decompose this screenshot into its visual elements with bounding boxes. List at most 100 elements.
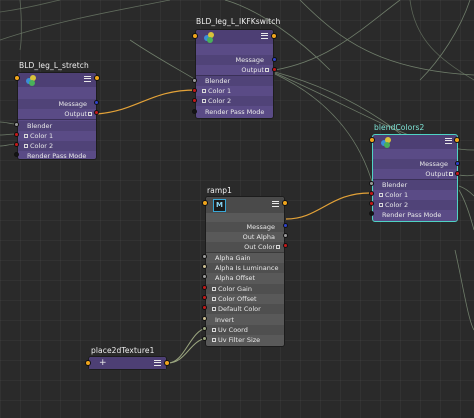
port-row-color1[interactable]: Color 1 <box>18 131 96 141</box>
input-port[interactable] <box>14 142 19 147</box>
expand-checkbox[interactable] <box>202 98 206 103</box>
node-body[interactable]: Message Output Blender Color 1 Color 2 R… <box>195 29 274 119</box>
message-port[interactable] <box>272 57 277 62</box>
port-row-message[interactable]: Message <box>206 222 284 232</box>
input-port[interactable] <box>202 285 207 290</box>
menu-icon[interactable] <box>154 360 161 366</box>
input-port[interactable] <box>202 295 207 300</box>
port-row-uv-filter-size[interactable]: Uv Filter Size <box>206 335 284 345</box>
node-editor-canvas[interactable]: BLD_leg_L_stretch Message Output Blender <box>0 0 474 418</box>
output-port[interactable] <box>283 243 288 248</box>
port-row-color2[interactable]: Color 2 <box>18 141 96 151</box>
input-port[interactable] <box>202 336 207 341</box>
port-row-blender[interactable]: Blender <box>373 180 457 190</box>
input-port[interactable] <box>202 200 208 206</box>
output-port[interactable] <box>94 110 99 115</box>
menu-icon[interactable] <box>445 138 452 144</box>
input-port[interactable] <box>192 33 198 39</box>
node-body[interactable]: Message Output Blender Color 1 Color 2 R… <box>17 72 97 160</box>
port-row-color-offset[interactable]: Color Offset <box>206 294 284 304</box>
node-body[interactable]: Message Output Blender Color 1 Color 2 R… <box>372 134 458 222</box>
port-row-render-pass-mode[interactable]: Render Pass Mode <box>18 151 96 161</box>
port-row-output[interactable]: Output <box>196 65 273 75</box>
expand-checkbox[interactable] <box>212 296 216 301</box>
port-row-out-alpha[interactable]: Out Alpha <box>206 232 284 242</box>
port-row-message[interactable]: Message <box>18 99 96 109</box>
input-port[interactable] <box>14 122 19 127</box>
port-row-color2[interactable]: Color 2 <box>196 96 273 106</box>
output-port[interactable] <box>283 233 288 238</box>
message-port[interactable] <box>283 223 288 228</box>
input-port[interactable] <box>369 181 374 186</box>
menu-icon[interactable] <box>261 33 268 39</box>
expand-checkbox[interactable] <box>449 171 453 176</box>
expand-checkbox[interactable] <box>202 88 206 93</box>
port-row-uv-coord[interactable]: Uv Coord <box>206 325 284 335</box>
input-port[interactable] <box>85 360 91 366</box>
input-port[interactable] <box>202 254 207 259</box>
port-row-output[interactable]: Output <box>18 109 96 119</box>
port-row-render-pass-mode[interactable]: Render Pass Mode <box>196 107 273 117</box>
port-row-invert[interactable]: Invert <box>206 315 284 325</box>
input-port[interactable] <box>202 316 207 321</box>
port-row-blender[interactable]: Blender <box>18 121 96 131</box>
expand-checkbox[interactable] <box>212 286 216 291</box>
input-port[interactable] <box>369 137 375 143</box>
port-row-default-color[interactable]: Default Color <box>206 304 284 314</box>
port-row-color-gain[interactable]: Color Gain <box>206 284 284 294</box>
expand-checkbox[interactable] <box>212 327 216 332</box>
node-header[interactable] <box>373 135 457 149</box>
expand-checkbox[interactable] <box>212 337 216 342</box>
port-row-alpha-offset[interactable]: Alpha Offset <box>206 273 284 283</box>
output-port[interactable] <box>454 137 460 143</box>
node-body[interactable]: M Message Out Alpha Out Color Alpha Gain… <box>205 196 285 347</box>
expand-checkbox[interactable] <box>379 202 383 207</box>
input-port[interactable] <box>369 211 374 216</box>
output-port[interactable] <box>94 75 100 81</box>
input-port[interactable] <box>192 109 197 114</box>
node-header[interactable]: M <box>206 197 284 213</box>
port-row-color1[interactable]: Color 1 <box>196 86 273 96</box>
port-row-alpha-is-luminance[interactable]: Alpha Is Luminance <box>206 263 284 273</box>
port-row-color2[interactable]: Color 2 <box>373 200 457 210</box>
message-port[interactable] <box>455 161 460 166</box>
input-port[interactable] <box>202 305 207 310</box>
port-row-alpha-gain[interactable]: Alpha Gain <box>206 253 284 263</box>
input-port[interactable] <box>192 88 197 93</box>
node-header[interactable] <box>196 30 273 44</box>
message-port[interactable] <box>94 100 99 105</box>
node-header[interactable] <box>18 73 96 87</box>
port-row-output[interactable]: Output <box>373 169 457 179</box>
menu-icon[interactable] <box>84 76 91 82</box>
input-port[interactable] <box>202 274 207 279</box>
input-port[interactable] <box>192 78 197 83</box>
menu-icon[interactable] <box>272 201 279 207</box>
input-port[interactable] <box>202 326 207 331</box>
port-row-message[interactable]: Message <box>373 159 457 169</box>
input-port[interactable] <box>369 191 374 196</box>
expand-checkbox[interactable] <box>379 192 383 197</box>
expand-checkbox[interactable] <box>24 133 28 138</box>
expand-checkbox[interactable] <box>24 143 28 148</box>
output-port[interactable] <box>271 33 277 39</box>
output-port[interactable] <box>282 200 288 206</box>
input-port[interactable] <box>192 98 197 103</box>
input-port[interactable] <box>369 201 374 206</box>
input-port[interactable] <box>202 264 207 269</box>
output-port[interactable] <box>164 360 170 366</box>
port-row-color1[interactable]: Color 1 <box>373 190 457 200</box>
node-body[interactable]: + <box>88 356 167 370</box>
port-row-render-pass-mode[interactable]: Render Pass Mode <box>373 210 457 220</box>
port-row-out-color[interactable]: Out Color <box>206 242 284 252</box>
node-header[interactable]: + <box>89 357 166 369</box>
expand-checkbox[interactable] <box>88 111 92 116</box>
expand-checkbox[interactable] <box>276 244 280 249</box>
port-row-message[interactable]: Message <box>196 55 273 65</box>
port-row-blender[interactable]: Blender <box>196 76 273 86</box>
expand-checkbox[interactable] <box>212 306 216 311</box>
input-port[interactable] <box>14 152 19 157</box>
expand-checkbox[interactable] <box>265 67 269 72</box>
output-port[interactable] <box>272 67 277 72</box>
input-port[interactable] <box>14 132 19 137</box>
output-port[interactable] <box>455 171 460 176</box>
